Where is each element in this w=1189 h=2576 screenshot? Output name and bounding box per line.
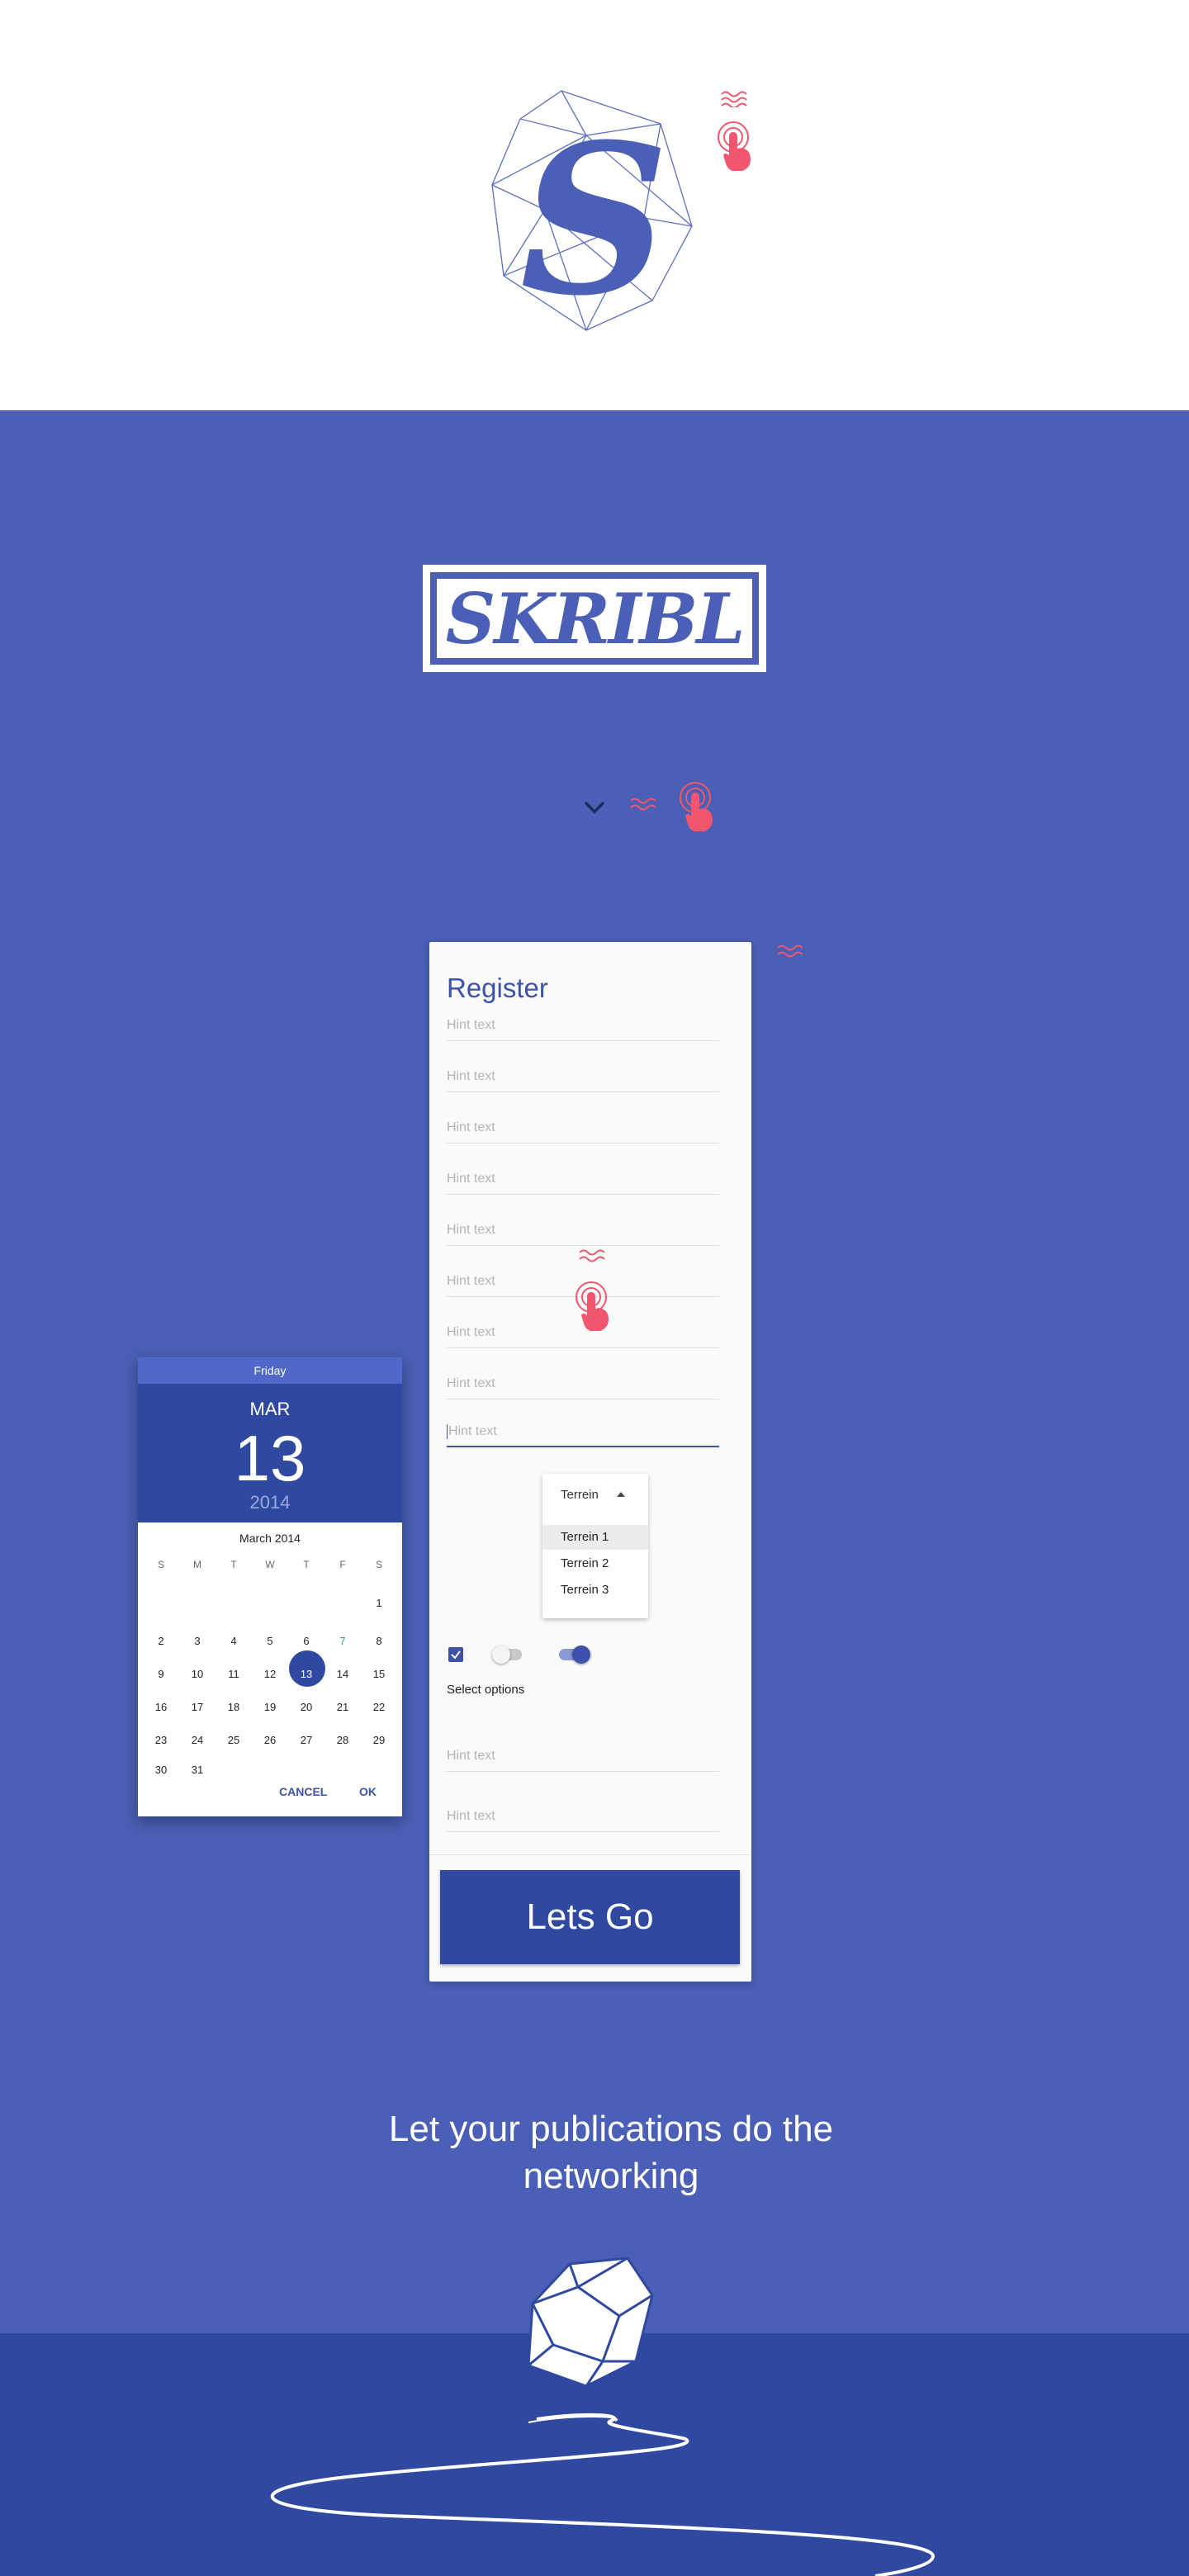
calendar-day[interactable]: 31 (185, 1762, 210, 1778)
calendar-day[interactable]: 17 (185, 1699, 210, 1716)
tagline: Let your publications do the networking (297, 2105, 925, 2200)
calendar-day[interactable]: 5 (258, 1633, 282, 1650)
calendar-day[interactable]: 26 (258, 1732, 282, 1749)
calendar-day[interactable]: 6 (294, 1633, 319, 1650)
tap-gesture-icon (576, 1281, 609, 1331)
text-cursor (447, 1424, 448, 1439)
calendar-day[interactable]: 12 (258, 1666, 282, 1683)
wordmark-text: SKRIBL (445, 577, 746, 660)
chevron-down-icon[interactable] (583, 798, 606, 816)
calendar-day[interactable]: 22 (367, 1699, 391, 1716)
date-picker-day-name: Friday (138, 1357, 402, 1384)
calendar-day[interactable]: 20 (294, 1699, 319, 1716)
calendar-day[interactable]: 2 (149, 1633, 173, 1650)
calendar-day[interactable]: 27 (294, 1732, 319, 1749)
weekday-label: S (157, 1559, 164, 1570)
calendar-day[interactable]: 15 (367, 1666, 391, 1683)
tap-gesture-icon (718, 121, 751, 171)
switch-off-thumb[interactable] (492, 1646, 510, 1664)
selected-year[interactable]: 2014 (138, 1492, 402, 1513)
form-field-focused[interactable]: Hint text (447, 1423, 719, 1447)
wave-icon (721, 91, 747, 107)
register-form: Register Hint text Hint text Hint text H… (429, 942, 751, 1982)
date-picker: Friday MAR 13 2014 March 2014 S M T W T … (138, 1357, 402, 1816)
form-field[interactable]: Hint text (447, 1375, 719, 1399)
wordmark-logo: SKRIBL (423, 565, 766, 672)
selected-month: MAR (249, 1399, 291, 1419)
caret-up-icon (617, 1492, 625, 1497)
hero-section: S (0, 0, 1189, 410)
form-field[interactable]: Hint text (447, 1170, 719, 1195)
form-field[interactable]: Hint text (447, 1016, 719, 1041)
select-options-label: Select options (447, 1683, 525, 1697)
calendar-month-title: March 2014 (239, 1532, 301, 1545)
form-field[interactable]: Hint text (447, 1221, 719, 1246)
form-field[interactable]: Hint text (447, 1807, 719, 1832)
focused-field-hint: Hint text (448, 1424, 497, 1439)
calendar-day[interactable]: 4 (221, 1633, 246, 1650)
lets-go-button[interactable]: Lets Go (440, 1870, 740, 1964)
tagline-line-1: Let your publications do the (388, 2109, 834, 2149)
weekday-label: W (265, 1559, 275, 1570)
cancel-button[interactable]: CANCEL (279, 1785, 327, 1798)
calendar-day[interactable]: 16 (149, 1699, 173, 1716)
weekday-label: T (303, 1559, 310, 1570)
crystal-logo-icon: S (491, 90, 693, 334)
form-field[interactable]: Hint text (447, 1119, 719, 1144)
dropdown-option[interactable]: Terrein 1 (542, 1525, 648, 1550)
calendar-day[interactable]: 7 (330, 1633, 355, 1650)
calendar-day[interactable]: 19 (258, 1699, 282, 1716)
weekday-label: T (230, 1559, 237, 1570)
calendar-day[interactable]: 23 (149, 1732, 173, 1749)
calendar-day[interactable]: 24 (185, 1732, 210, 1749)
calendar-day[interactable]: 18 (221, 1699, 246, 1716)
calendar-day[interactable]: 25 (221, 1732, 246, 1749)
weekday-label: S (375, 1559, 382, 1570)
calendar-day[interactable]: 9 (149, 1666, 173, 1683)
calendar-day[interactable]: 29 (367, 1732, 391, 1749)
weekday-label: F (339, 1559, 346, 1570)
dropdown-option[interactable]: Terrein 2 (542, 1551, 648, 1576)
divider (429, 1854, 751, 1855)
switch-on-thumb[interactable] (572, 1646, 590, 1664)
wave-icon (777, 945, 803, 958)
dropdown-label: Terrein (561, 1488, 599, 1502)
date-picker-header: MAR 13 2014 (138, 1384, 402, 1522)
dropdown-option[interactable]: Terrein 3 (542, 1578, 648, 1603)
calendar-day[interactable]: 28 (330, 1732, 355, 1749)
tagline-line-2: networking (523, 2156, 699, 2196)
calendar-day[interactable]: 21 (330, 1699, 355, 1716)
register-title: Register (447, 973, 548, 1003)
wave-icon (579, 1249, 605, 1262)
wave-icon (630, 798, 656, 811)
weekday-label: M (193, 1559, 201, 1570)
checkbox[interactable] (448, 1647, 463, 1662)
calendar-day[interactable]: 1 (367, 1595, 391, 1612)
selected-day: 13 (234, 1422, 306, 1494)
logo-letter: S (520, 98, 670, 334)
form-field[interactable]: Hint text (447, 1747, 719, 1772)
wordmark-box: SKRIBL (437, 577, 752, 660)
calendar-day[interactable]: 8 (367, 1633, 391, 1650)
terrein-dropdown[interactable]: Terrein Terrein 1 Terrein 2 Terrein 3 (542, 1474, 648, 1618)
form-field[interactable]: Hint text (447, 1068, 719, 1092)
calendar-day[interactable]: 13 (294, 1666, 319, 1683)
check-icon (451, 1650, 461, 1660)
road-line-icon (271, 2413, 936, 2576)
calendar-day[interactable]: 3 (185, 1633, 210, 1650)
calendar-day[interactable]: 10 (185, 1666, 210, 1683)
calendar-day[interactable]: 11 (221, 1666, 246, 1683)
tap-gesture-icon (680, 782, 713, 831)
calendar-day[interactable]: 14 (330, 1666, 355, 1683)
ok-button[interactable]: OK (359, 1785, 377, 1798)
calendar-day[interactable]: 30 (149, 1762, 173, 1778)
